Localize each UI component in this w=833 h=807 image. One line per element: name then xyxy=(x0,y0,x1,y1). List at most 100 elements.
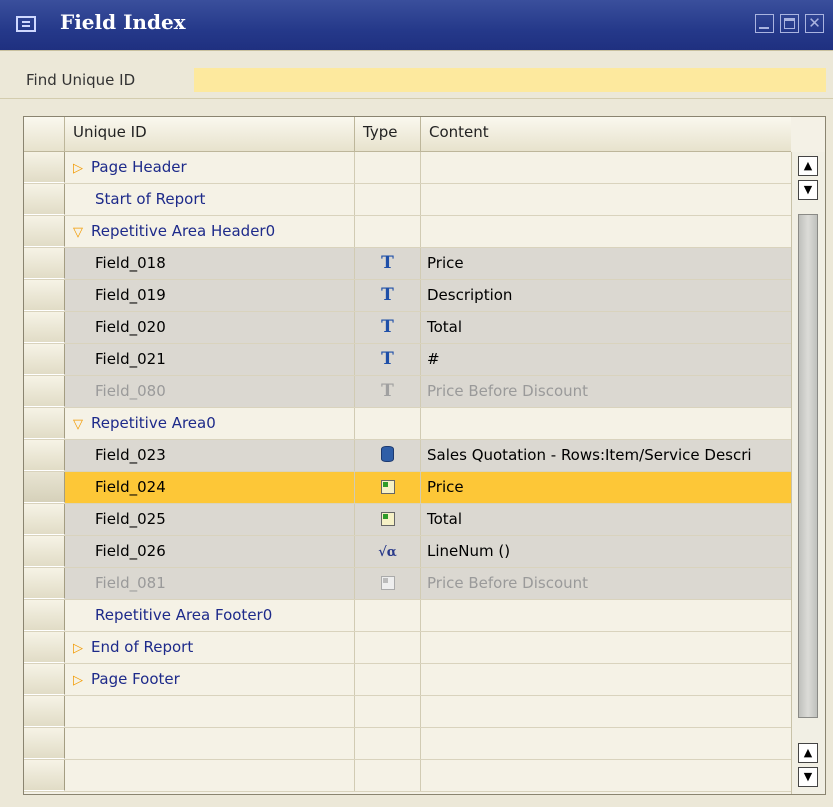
section-row[interactable]: ▽ Repetitive Area0 xyxy=(24,408,791,440)
field-row[interactable]: Field_024 Price xyxy=(24,472,791,504)
row-header[interactable] xyxy=(24,152,65,183)
unique-id-cell[interactable]: ▷ Page Header xyxy=(65,152,355,183)
column-header-content[interactable]: Content xyxy=(421,117,791,151)
row-header[interactable] xyxy=(24,280,65,311)
row-header[interactable] xyxy=(24,568,65,599)
row-header[interactable] xyxy=(24,248,65,279)
row-header[interactable] xyxy=(24,216,65,247)
expand-arrow-right-icon[interactable]: ▷ xyxy=(73,153,91,183)
content-cell[interactable] xyxy=(421,728,791,759)
content-cell[interactable] xyxy=(421,184,791,215)
expand-arrow-down-icon[interactable]: ▽ xyxy=(73,409,91,439)
content-cell[interactable] xyxy=(421,600,791,631)
expand-arrow-right-icon[interactable]: ▷ xyxy=(73,665,91,695)
section-row[interactable]: ▷ Page Header xyxy=(24,152,791,184)
field-row[interactable]: Field_025 Total xyxy=(24,504,791,536)
content-cell[interactable]: LineNum () xyxy=(421,536,791,567)
content-cell[interactable] xyxy=(421,408,791,439)
column-header-type[interactable]: Type xyxy=(355,117,421,151)
content-cell[interactable]: Total xyxy=(421,312,791,343)
row-header[interactable] xyxy=(24,536,65,567)
content-cell[interactable]: Description xyxy=(421,280,791,311)
section-row[interactable]: ▽ Repetitive Area Header0 xyxy=(24,216,791,248)
divider xyxy=(0,98,833,99)
unique-id-cell[interactable]: Field_025 xyxy=(65,504,355,535)
content-cell[interactable] xyxy=(421,696,791,727)
content-cell[interactable]: Price Before Discount xyxy=(421,376,791,407)
unique-id-cell[interactable]: Field_020 xyxy=(65,312,355,343)
content-cell[interactable] xyxy=(421,152,791,183)
content-cell[interactable]: Sales Quotation - Rows:Item/Service Desc… xyxy=(421,440,791,471)
unique-id-cell[interactable]: ▷ End of Report xyxy=(65,632,355,663)
row-header[interactable] xyxy=(24,632,65,663)
row-header[interactable] xyxy=(24,376,65,407)
unique-id-cell[interactable]: Repetitive Area Footer0 xyxy=(65,600,355,631)
section-row[interactable]: Repetitive Area Footer0 xyxy=(24,600,791,632)
unique-id-cell[interactable]: Field_018 xyxy=(65,248,355,279)
content-cell[interactable]: Price xyxy=(421,472,791,503)
unique-id-cell[interactable]: Field_024 xyxy=(65,472,355,503)
field-row[interactable]: Field_021 T # xyxy=(24,344,791,376)
close-icon[interactable]: ✕ xyxy=(805,14,824,33)
field-row[interactable]: Field_018 T Price xyxy=(24,248,791,280)
maximize-icon[interactable] xyxy=(780,14,799,33)
row-header[interactable] xyxy=(24,408,65,439)
unique-id-cell[interactable]: Start of Report xyxy=(65,184,355,215)
vertical-scrollbar[interactable]: ▲ ▼ ▲ ▼ xyxy=(791,152,825,794)
content-cell[interactable] xyxy=(421,216,791,247)
field-row[interactable]: Field_026 √α LineNum () xyxy=(24,536,791,568)
unique-id-cell[interactable] xyxy=(65,728,355,759)
empty-row[interactable] xyxy=(24,728,791,760)
row-header[interactable] xyxy=(24,472,65,503)
scroll-up-icon[interactable]: ▲ xyxy=(798,156,818,176)
empty-row[interactable] xyxy=(24,760,791,792)
content-cell[interactable]: Price Before Discount xyxy=(421,568,791,599)
unique-id-cell[interactable]: Field_026 xyxy=(65,536,355,567)
section-row[interactable]: Start of Report xyxy=(24,184,791,216)
unique-id-cell[interactable] xyxy=(65,760,355,791)
unique-id-cell[interactable]: ▷ Page Footer xyxy=(65,664,355,695)
empty-row[interactable] xyxy=(24,696,791,728)
content-cell[interactable]: Total xyxy=(421,504,791,535)
title-bar[interactable]: Field Index ✕ xyxy=(0,0,833,51)
find-unique-id-input[interactable] xyxy=(194,68,826,92)
row-header[interactable] xyxy=(24,696,65,727)
row-header[interactable] xyxy=(24,728,65,759)
scroll-down-icon[interactable]: ▼ xyxy=(798,180,818,200)
unique-id-cell[interactable]: ▽ Repetitive Area Header0 xyxy=(65,216,355,247)
unique-id-cell[interactable]: ▽ Repetitive Area0 xyxy=(65,408,355,439)
row-header[interactable] xyxy=(24,664,65,695)
field-row[interactable]: Field_081 Price Before Discount xyxy=(24,568,791,600)
content-cell[interactable] xyxy=(421,760,791,791)
content-cell[interactable]: # xyxy=(421,344,791,375)
field-row[interactable]: Field_020 T Total xyxy=(24,312,791,344)
content-cell[interactable] xyxy=(421,632,791,663)
unique-id-cell[interactable]: Field_021 xyxy=(65,344,355,375)
row-header[interactable] xyxy=(24,600,65,631)
section-row[interactable]: ▷ Page Footer xyxy=(24,664,791,696)
content-cell[interactable]: Price xyxy=(421,248,791,279)
scroll-up-icon[interactable]: ▲ xyxy=(798,743,818,763)
scrollbar-thumb[interactable] xyxy=(798,214,818,718)
row-header[interactable] xyxy=(24,344,65,375)
minimize-icon[interactable] xyxy=(755,14,774,33)
unique-id-cell[interactable]: Field_023 xyxy=(65,440,355,471)
scroll-down-icon[interactable]: ▼ xyxy=(798,767,818,787)
row-header[interactable] xyxy=(24,760,65,791)
expand-arrow-right-icon[interactable]: ▷ xyxy=(73,633,91,663)
unique-id-cell[interactable]: Field_019 xyxy=(65,280,355,311)
field-row[interactable]: Field_080 T Price Before Discount xyxy=(24,376,791,408)
expand-arrow-down-icon[interactable]: ▽ xyxy=(73,217,91,247)
column-header-unique-id[interactable]: Unique ID xyxy=(65,117,355,151)
row-header[interactable] xyxy=(24,440,65,471)
row-header[interactable] xyxy=(24,504,65,535)
section-row[interactable]: ▷ End of Report xyxy=(24,632,791,664)
row-header[interactable] xyxy=(24,184,65,215)
unique-id-cell[interactable]: Field_081 xyxy=(65,568,355,599)
unique-id-cell[interactable]: Field_080 xyxy=(65,376,355,407)
field-row[interactable]: Field_023 Sales Quotation - Rows:Item/Ser… xyxy=(24,440,791,472)
row-header[interactable] xyxy=(24,312,65,343)
content-cell[interactable] xyxy=(421,664,791,695)
unique-id-cell[interactable] xyxy=(65,696,355,727)
field-row[interactable]: Field_019 T Description xyxy=(24,280,791,312)
